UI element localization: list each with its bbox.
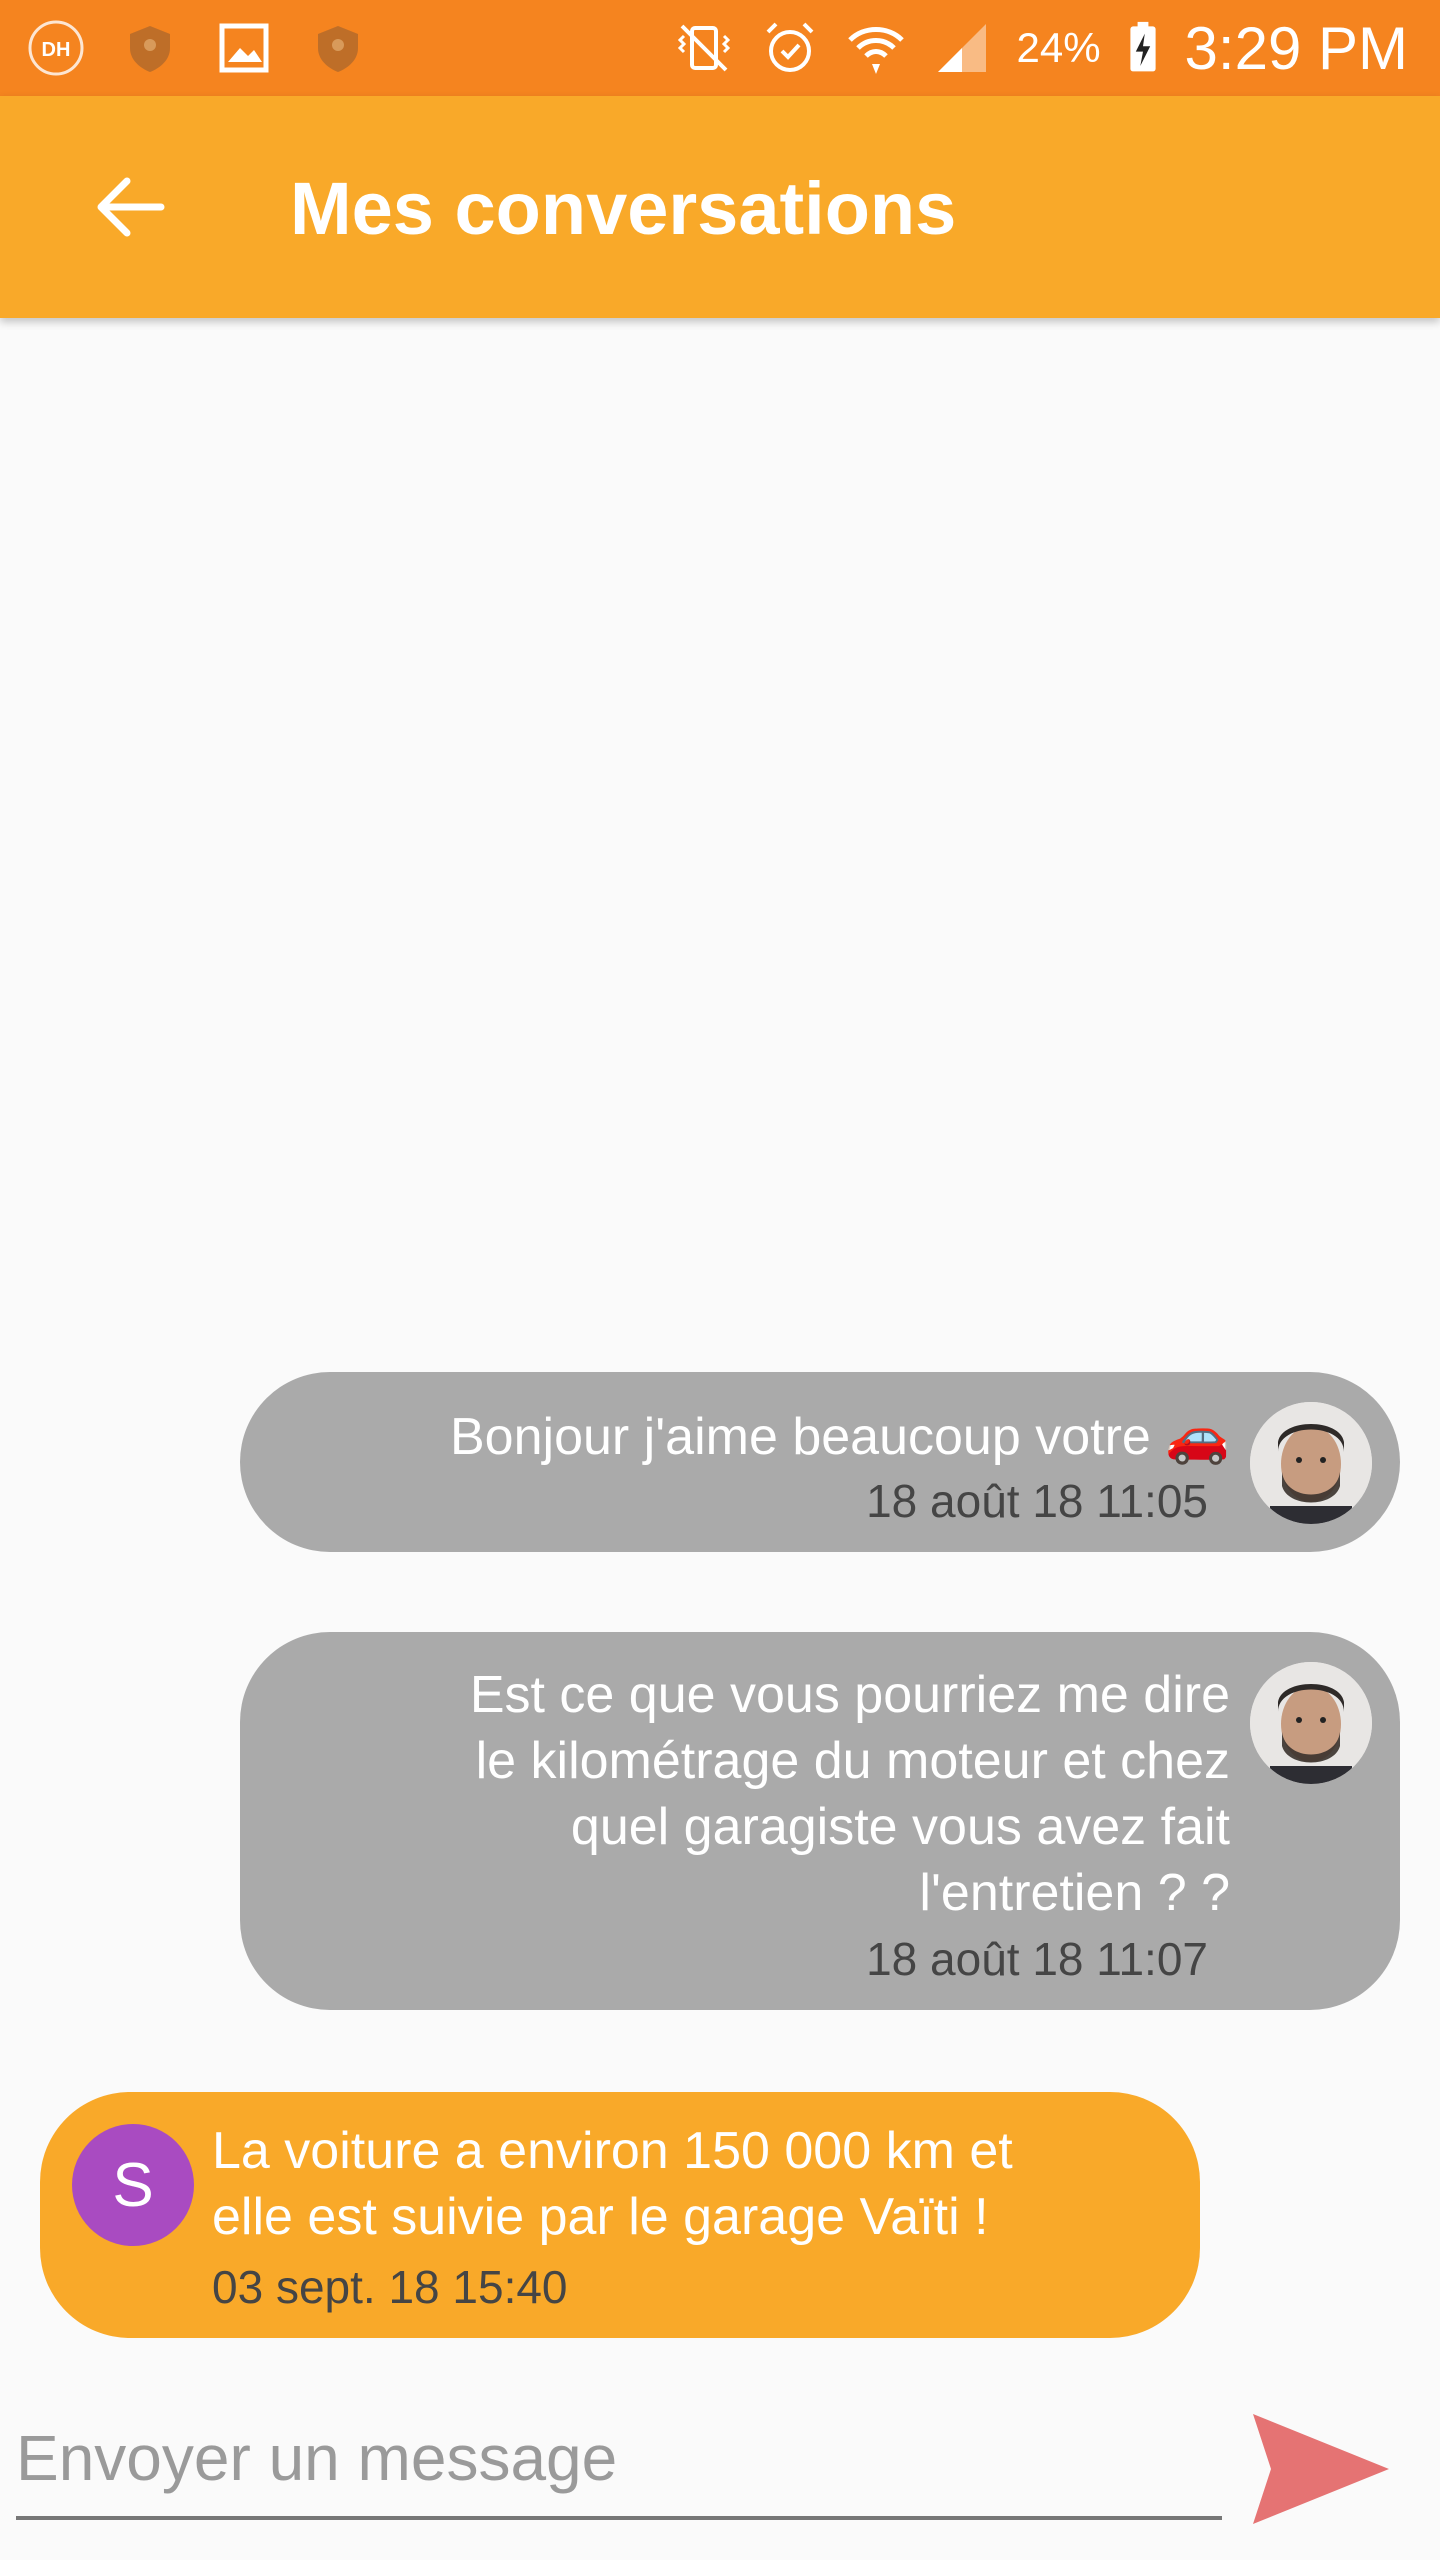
message-bubble-received[interactable]: S La voiture a environ 150 000 km et ell… — [40, 2092, 1200, 2338]
clock: 3:29 PM — [1184, 14, 1408, 82]
avatar: S — [72, 2124, 194, 2246]
shield-icon — [306, 16, 370, 80]
signal-icon — [930, 16, 994, 80]
message-timestamp: 18 août 18 11:05 — [866, 1475, 1208, 1527]
avatar — [1250, 1662, 1372, 1784]
battery-charging-icon — [1123, 16, 1163, 80]
message-bubble-sent[interactable]: Bonjour j'aime beaucoup votre 🚗 18 août … — [240, 1372, 1400, 1552]
message-text: Est ce que vous pourriez me dire le kilo… — [469, 1666, 1230, 1922]
avatar — [1250, 1402, 1372, 1524]
message-timestamp: 18 août 18 11:07 — [866, 1933, 1208, 1985]
message-text: La voiture a environ 150 000 km et elle … — [212, 2122, 1013, 2246]
send-button[interactable] — [1246, 2404, 1396, 2534]
battery-percentage: 24% — [1016, 24, 1101, 71]
back-button[interactable] — [64, 142, 194, 272]
message-bubble-sent[interactable]: Est ce que vous pourriez me dire le kilo… — [240, 1632, 1400, 2010]
alarm-icon — [758, 16, 822, 80]
image-icon — [212, 16, 276, 80]
page-title: Mes conversations — [290, 167, 957, 250]
message-text: Bonjour j'aime beaucoup votre 🚗 — [450, 1408, 1230, 1466]
app-bar: Mes conversations — [0, 96, 1440, 318]
shield-icon — [118, 16, 182, 80]
disney-hotstar-icon: DH — [24, 16, 88, 80]
svg-text:DH: DH — [42, 39, 71, 61]
message-composer — [16, 2400, 1226, 2530]
arrow-back-icon — [97, 177, 165, 237]
send-icon — [1253, 2414, 1389, 2524]
vibrate-mute-icon — [672, 16, 736, 80]
user-photo-icon — [1250, 1402, 1372, 1524]
user-photo-icon — [1250, 1662, 1372, 1784]
status-bar-left-icons: DH — [24, 14, 370, 82]
message-timestamp: 03 sept. 18 15:40 — [212, 2261, 568, 2313]
status-bar: DH 24% 3:29 PM — [0, 0, 1440, 96]
message-input[interactable] — [16, 2400, 1222, 2520]
wifi-icon — [844, 16, 908, 80]
status-bar-right-icons: 24% 3:29 PM — [672, 10, 1408, 86]
